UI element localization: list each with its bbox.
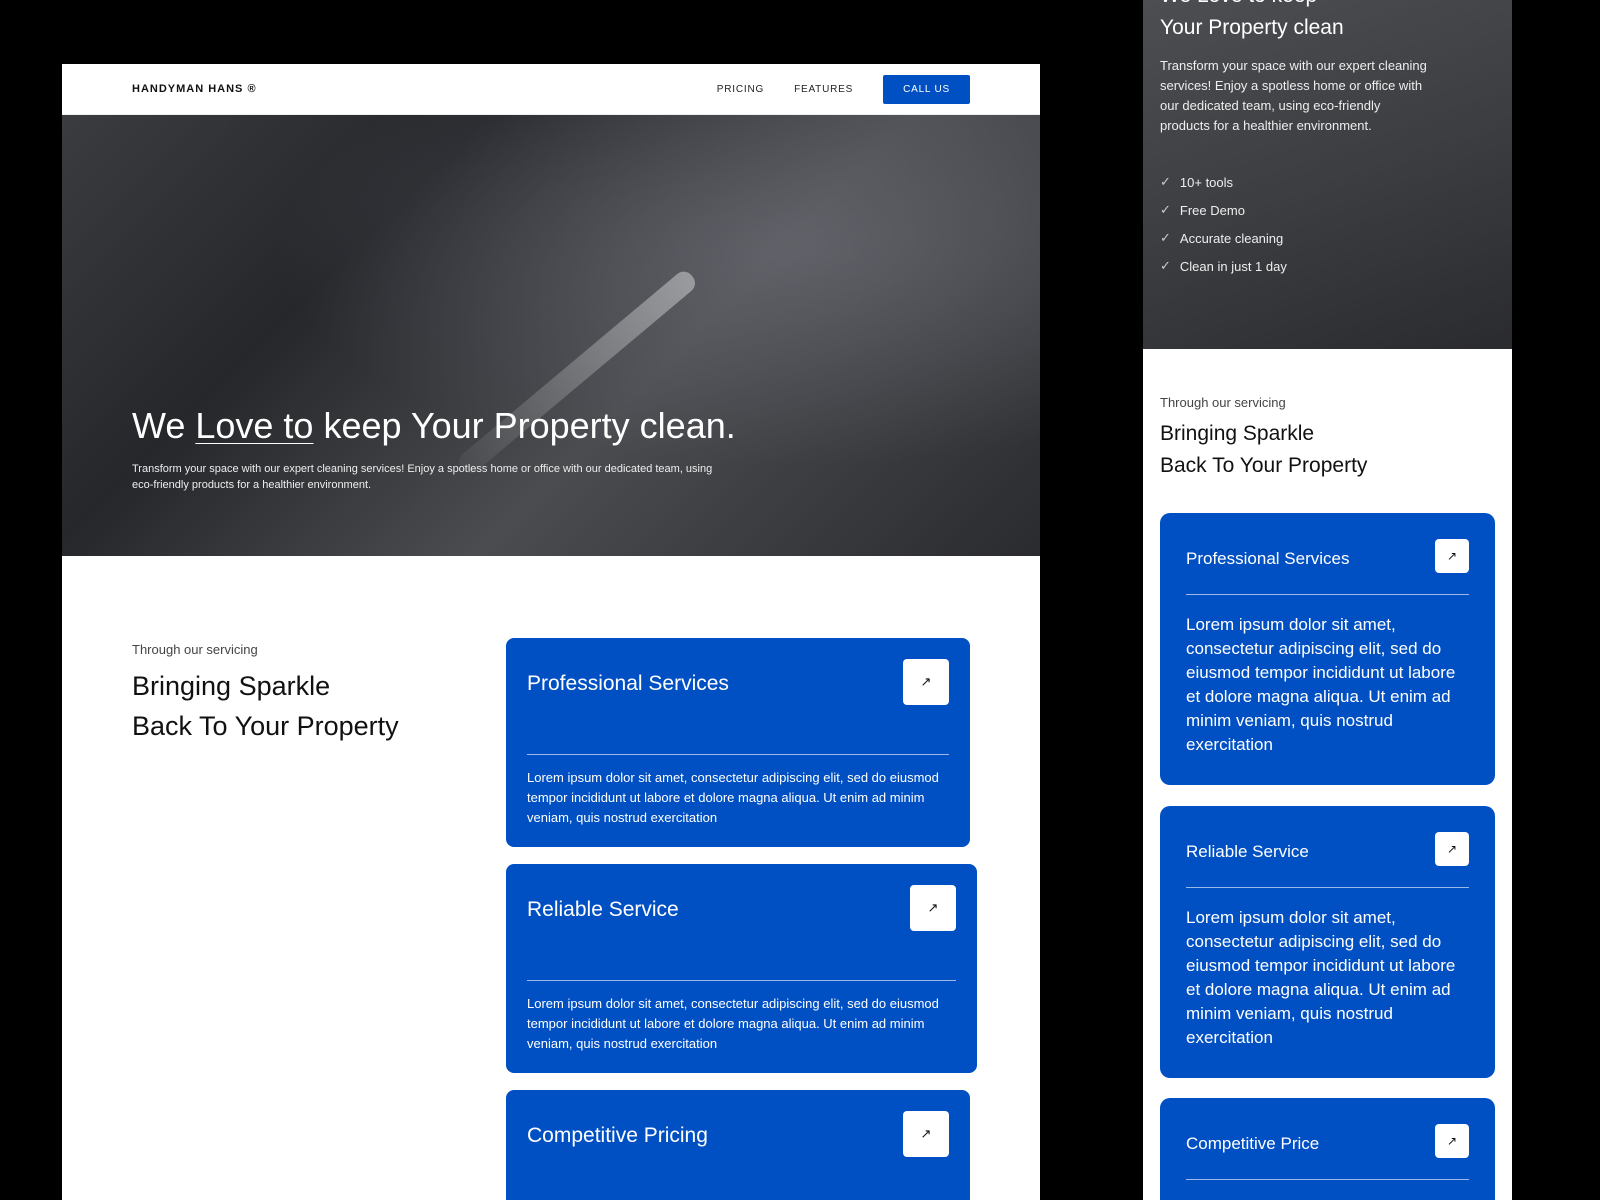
card-divider xyxy=(1186,1179,1469,1180)
section-title-line: Back To Your Property xyxy=(132,711,399,741)
hero-title-pre: We xyxy=(132,405,196,446)
mobile-section-subtitle: Through our servicing xyxy=(1160,395,1286,410)
card-divider xyxy=(1186,887,1469,888)
brand-logo[interactable]: HANDYMAN HANS ® xyxy=(132,83,257,95)
card-text: Lorem ipsum dolor sit amet, consectetur … xyxy=(527,770,939,825)
card-text: Lorem ipsum dolor sit amet, consectetur … xyxy=(1186,615,1456,754)
mobile-hero-text: Transform your space with our expert cle… xyxy=(1160,58,1427,133)
navbar: HANDYMAN HANS ® PRICING FEATURES CALL US xyxy=(62,64,1040,115)
card-title: Competitive Pricing xyxy=(527,1124,708,1147)
arrow-icon[interactable]: ↗ xyxy=(903,1111,949,1157)
card-text: Lorem ipsum dolor sit amet, consectetur … xyxy=(1186,908,1456,1047)
arrow-icon[interactable]: ↗ xyxy=(1435,539,1469,573)
arrow-icon[interactable]: ↗ xyxy=(1435,832,1469,866)
arrow-icon[interactable]: ↗ xyxy=(910,885,956,931)
hero-title-link[interactable]: Love to xyxy=(195,405,313,446)
checklist-label: Clean in just 1 day xyxy=(1179,258,1287,274)
checklist-item: ✓ Clean in just 1 day xyxy=(1160,252,1287,280)
feature-checklist: ✓ 10+ tools ✓ Free Demo ✓ Accurate cleaning… xyxy=(1160,168,1287,280)
check-icon: ✓ xyxy=(1160,202,1171,217)
checklist-item: ✓ Accurate cleaning xyxy=(1160,224,1287,252)
hero-title-post: keep Your Property clean. xyxy=(313,405,736,446)
section-title: Bringing Sparkle Back To Your Property xyxy=(132,666,399,746)
call-us-button[interactable]: CALL US xyxy=(883,74,970,104)
nav-pricing[interactable]: PRICING xyxy=(717,84,764,95)
card-divider xyxy=(527,754,949,755)
card-title: Professional Services xyxy=(527,672,729,695)
card-divider xyxy=(1186,594,1469,595)
hero-section: We Love to keep Your Property clean. Tra… xyxy=(62,115,1040,556)
service-card[interactable]: Reliable Service ↗ Lorem ipsum dolor sit… xyxy=(506,864,977,1073)
mobile-service-card[interactable]: Competitive Price ↗ xyxy=(1160,1098,1495,1200)
card-divider xyxy=(527,980,956,981)
mobile-page: We Love to keep Your Property clean Trans… xyxy=(1143,0,1512,1200)
checklist-label: Free Demo xyxy=(1179,202,1245,218)
section-title-line: Bringing Sparkle xyxy=(1160,422,1315,445)
checklist-item: ✓ 10+ tools xyxy=(1160,168,1287,196)
card-title: Competitive Price xyxy=(1186,1134,1320,1153)
checklist-label: Accurate cleaning xyxy=(1179,230,1284,246)
arrow-icon[interactable]: ↗ xyxy=(903,659,949,705)
hero-text: Transform your space with our expert cle… xyxy=(132,463,713,491)
checklist-label: 10+ tools xyxy=(1179,174,1234,190)
arrow-icon[interactable]: ↗ xyxy=(1435,1124,1469,1158)
card-text: Lorem ipsum dolor sit amet, consectetur … xyxy=(527,996,939,1051)
mobile-section-title: Bringing Sparkle Back To Your Property xyxy=(1160,418,1367,482)
nav-features[interactable]: FEATURES xyxy=(794,84,853,95)
mobile-service-card[interactable]: Reliable Service ↗ Lorem ipsum dolor sit… xyxy=(1160,806,1495,1078)
desktop-page: HANDYMAN HANS ® PRICING FEATURES CALL US… xyxy=(62,64,1040,1200)
card-title: Reliable Service xyxy=(527,898,679,921)
mobile-hero-title: We Love to keep Your Property clean xyxy=(1160,0,1344,44)
service-card[interactable]: Competitive Pricing ↗ xyxy=(506,1090,970,1200)
section-title-line: Back To Your Property xyxy=(1160,454,1368,477)
mobile-hero: We Love to keep Your Property clean Trans… xyxy=(1143,0,1512,349)
check-icon: ✓ xyxy=(1160,258,1171,273)
hero-title: We Love to keep Your Property clean. xyxy=(132,405,736,447)
mobile-hero-title-line: Your Property clean xyxy=(1160,16,1344,39)
mobile-service-card[interactable]: Professional Services ↗ Lorem ipsum dolo… xyxy=(1160,513,1495,785)
checklist-item: ✓ Free Demo xyxy=(1160,196,1287,224)
mobile-hero-title-line: We Love to keep xyxy=(1160,0,1344,12)
service-card[interactable]: Professional Services ↗ Lorem ipsum dolo… xyxy=(506,638,970,847)
card-title: Reliable Service xyxy=(1186,842,1309,861)
section-subtitle: Through our servicing xyxy=(132,642,258,657)
section-title-line: Bringing Sparkle xyxy=(132,671,331,701)
check-icon: ✓ xyxy=(1160,174,1171,189)
check-icon: ✓ xyxy=(1160,230,1171,245)
card-title: Professional Services xyxy=(1186,549,1350,568)
